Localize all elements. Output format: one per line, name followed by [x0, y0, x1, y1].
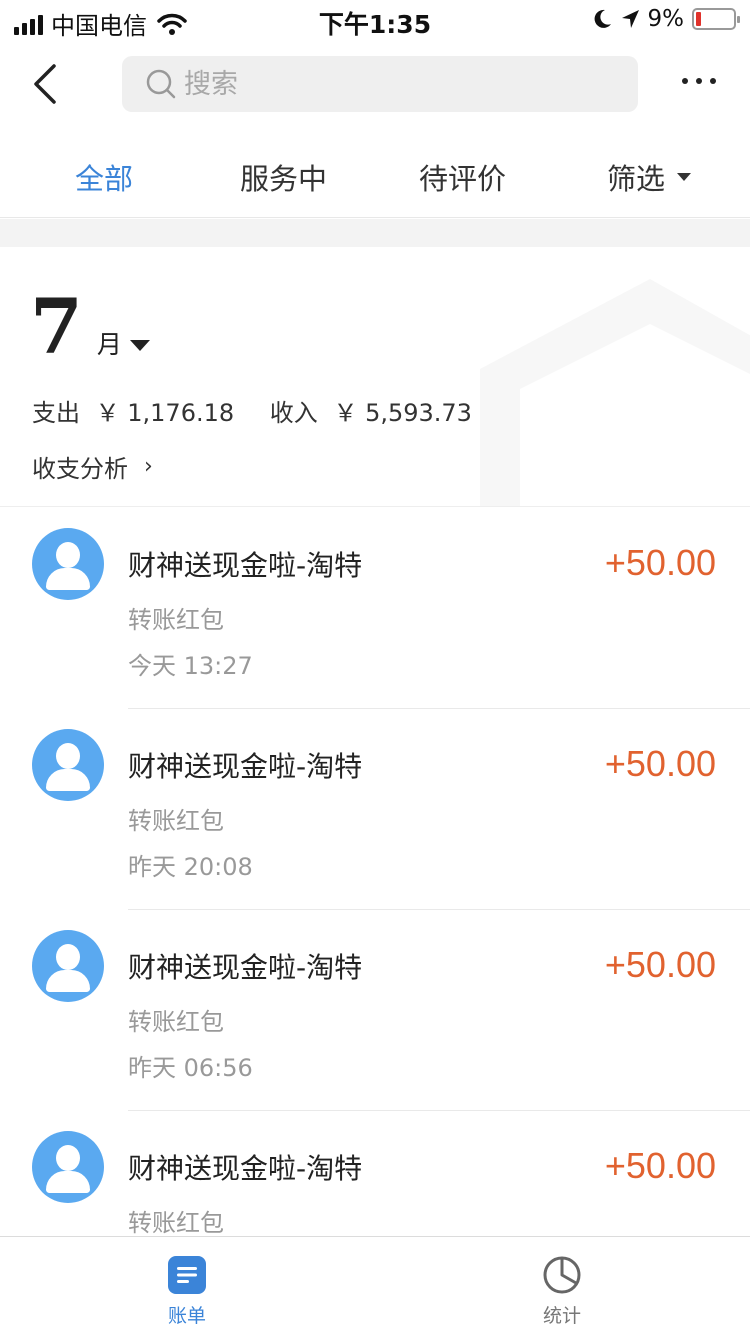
search-input[interactable] — [184, 68, 624, 100]
income-label: 收入 — [269, 399, 318, 427]
tab-in-service[interactable]: 服务中 — [240, 156, 327, 198]
transaction-title: 财神送现金啦-淘特 — [128, 750, 363, 783]
back-icon[interactable] — [28, 62, 68, 106]
analysis-label: 收支分析 — [32, 455, 128, 483]
search-bar[interactable] — [122, 56, 638, 112]
transaction-row[interactable]: 财神送现金啦-淘特 转账红包 昨天 06:56 +50.00 — [0, 910, 750, 1111]
expense-value: ￥ 1,176.18 — [95, 399, 235, 427]
bill-icon — [168, 1256, 206, 1294]
transaction-time: 今天 13:27 — [128, 652, 253, 680]
avatar-icon — [32, 729, 104, 801]
bottom-tab-bar: 账单 统计 — [0, 1236, 750, 1334]
status-bar: 中国电信 下午1:35 9% — [0, 0, 750, 40]
transaction-type: 转账红包 — [128, 606, 224, 634]
transaction-amount: +50.00 — [604, 743, 716, 784]
transaction-amount: +50.00 — [604, 542, 716, 583]
month-unit: 月 — [96, 330, 122, 359]
tab-all[interactable]: 全部 — [75, 156, 133, 198]
dropdown-caret-icon — [129, 340, 150, 351]
more-icon[interactable] — [682, 78, 716, 84]
transaction-type: 转账红包 — [128, 1209, 224, 1237]
battery-percent: 9% — [647, 6, 685, 32]
transaction-title: 财神送现金啦-淘特 — [128, 951, 363, 984]
transaction-time: 昨天 20:08 — [128, 853, 253, 881]
pie-chart-icon — [543, 1256, 581, 1294]
tab-filter[interactable]: 筛选 — [607, 156, 692, 198]
status-right: 9% — [592, 6, 740, 32]
chevron-right-icon: › — [144, 454, 153, 479]
income-value: ￥ 5,593.73 — [333, 399, 472, 427]
avatar-icon — [32, 1131, 104, 1203]
transaction-title: 财神送现金啦-淘特 — [128, 549, 363, 582]
watermark-shape — [480, 279, 750, 506]
avatar-icon — [32, 930, 104, 1002]
tab-to-review[interactable]: 待评价 — [419, 156, 506, 198]
transaction-time: 昨天 06:56 — [128, 1054, 253, 1082]
location-arrow-icon — [621, 10, 639, 28]
transaction-row[interactable]: 财神送现金啦-淘特 转账红包 昨天 20:08 +50.00 — [0, 709, 750, 910]
expense-label: 支出 — [32, 399, 80, 427]
tabbar-label-bill: 账单 — [167, 1305, 206, 1327]
month-number: 7 — [30, 282, 83, 371]
tab-filter-label: 筛选 — [607, 162, 666, 196]
month-summary: 7 月 支出 ￥ 1,176.18 收入 ￥ 5,593.73 收支分析 › — [0, 247, 750, 507]
tabbar-item-stats[interactable]: 统计 — [522, 1255, 602, 1328]
month-totals: 支出 ￥ 1,176.18 收入 ￥ 5,593.73 — [32, 393, 480, 428]
avatar-icon — [32, 528, 104, 600]
transaction-amount: +50.00 — [604, 1145, 716, 1186]
header — [0, 40, 750, 136]
battery-icon — [692, 8, 740, 30]
transaction-amount: +50.00 — [604, 944, 716, 985]
transaction-title: 财神送现金啦-淘特 — [128, 1152, 363, 1185]
transaction-type: 转账红包 — [128, 1008, 224, 1036]
tabbar-item-bill[interactable]: 账单 — [147, 1255, 227, 1328]
month-selector[interactable]: 7 月 — [30, 289, 150, 365]
tabbar-label-stats: 统计 — [542, 1305, 581, 1327]
filter-tabs: 全部 服务中 待评价 筛选 — [0, 136, 750, 218]
search-icon — [146, 69, 176, 99]
dropdown-caret-icon — [677, 173, 692, 181]
transaction-row[interactable]: 财神送现金啦-淘特 转账红包 今天 13:27 +50.00 — [0, 508, 750, 709]
section-separator — [0, 219, 750, 247]
transaction-type: 转账红包 — [128, 807, 224, 835]
transaction-list: 财神送现金啦-淘特 转账红包 今天 13:27 +50.00 财神送现金啦-淘特… — [0, 508, 750, 1312]
moon-icon — [594, 9, 611, 28]
analysis-link[interactable]: 收支分析 › — [32, 449, 153, 484]
